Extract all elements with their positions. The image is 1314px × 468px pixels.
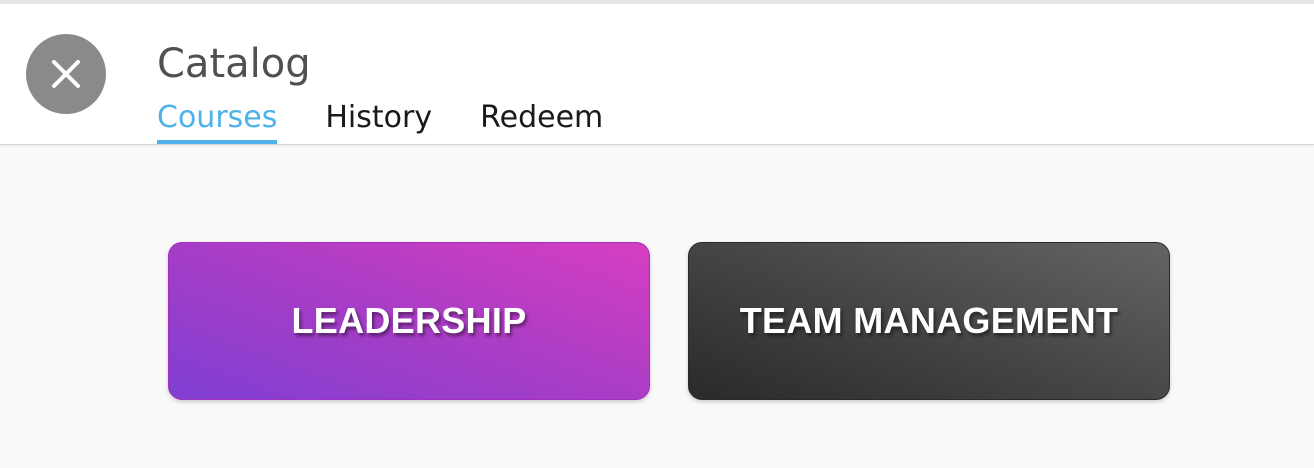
close-icon [52,60,80,88]
tab-bar: Courses History Redeem [157,98,651,144]
card-label: LEADERSHIP [291,300,527,341]
page-title: Catalog [157,41,311,87]
catalog-header: Catalog Courses History Redeem [0,4,1314,145]
leadership-course-card[interactable]: LEADERSHIP [168,242,650,400]
close-button[interactable] [26,34,106,114]
card-label: TEAM MANAGEMENT [739,300,1119,341]
tab-history[interactable]: History [325,98,432,144]
team-management-course-card[interactable]: TEAM MANAGEMENT [688,242,1170,400]
tab-courses[interactable]: Courses [157,98,278,144]
tab-redeem[interactable]: Redeem [480,98,603,144]
